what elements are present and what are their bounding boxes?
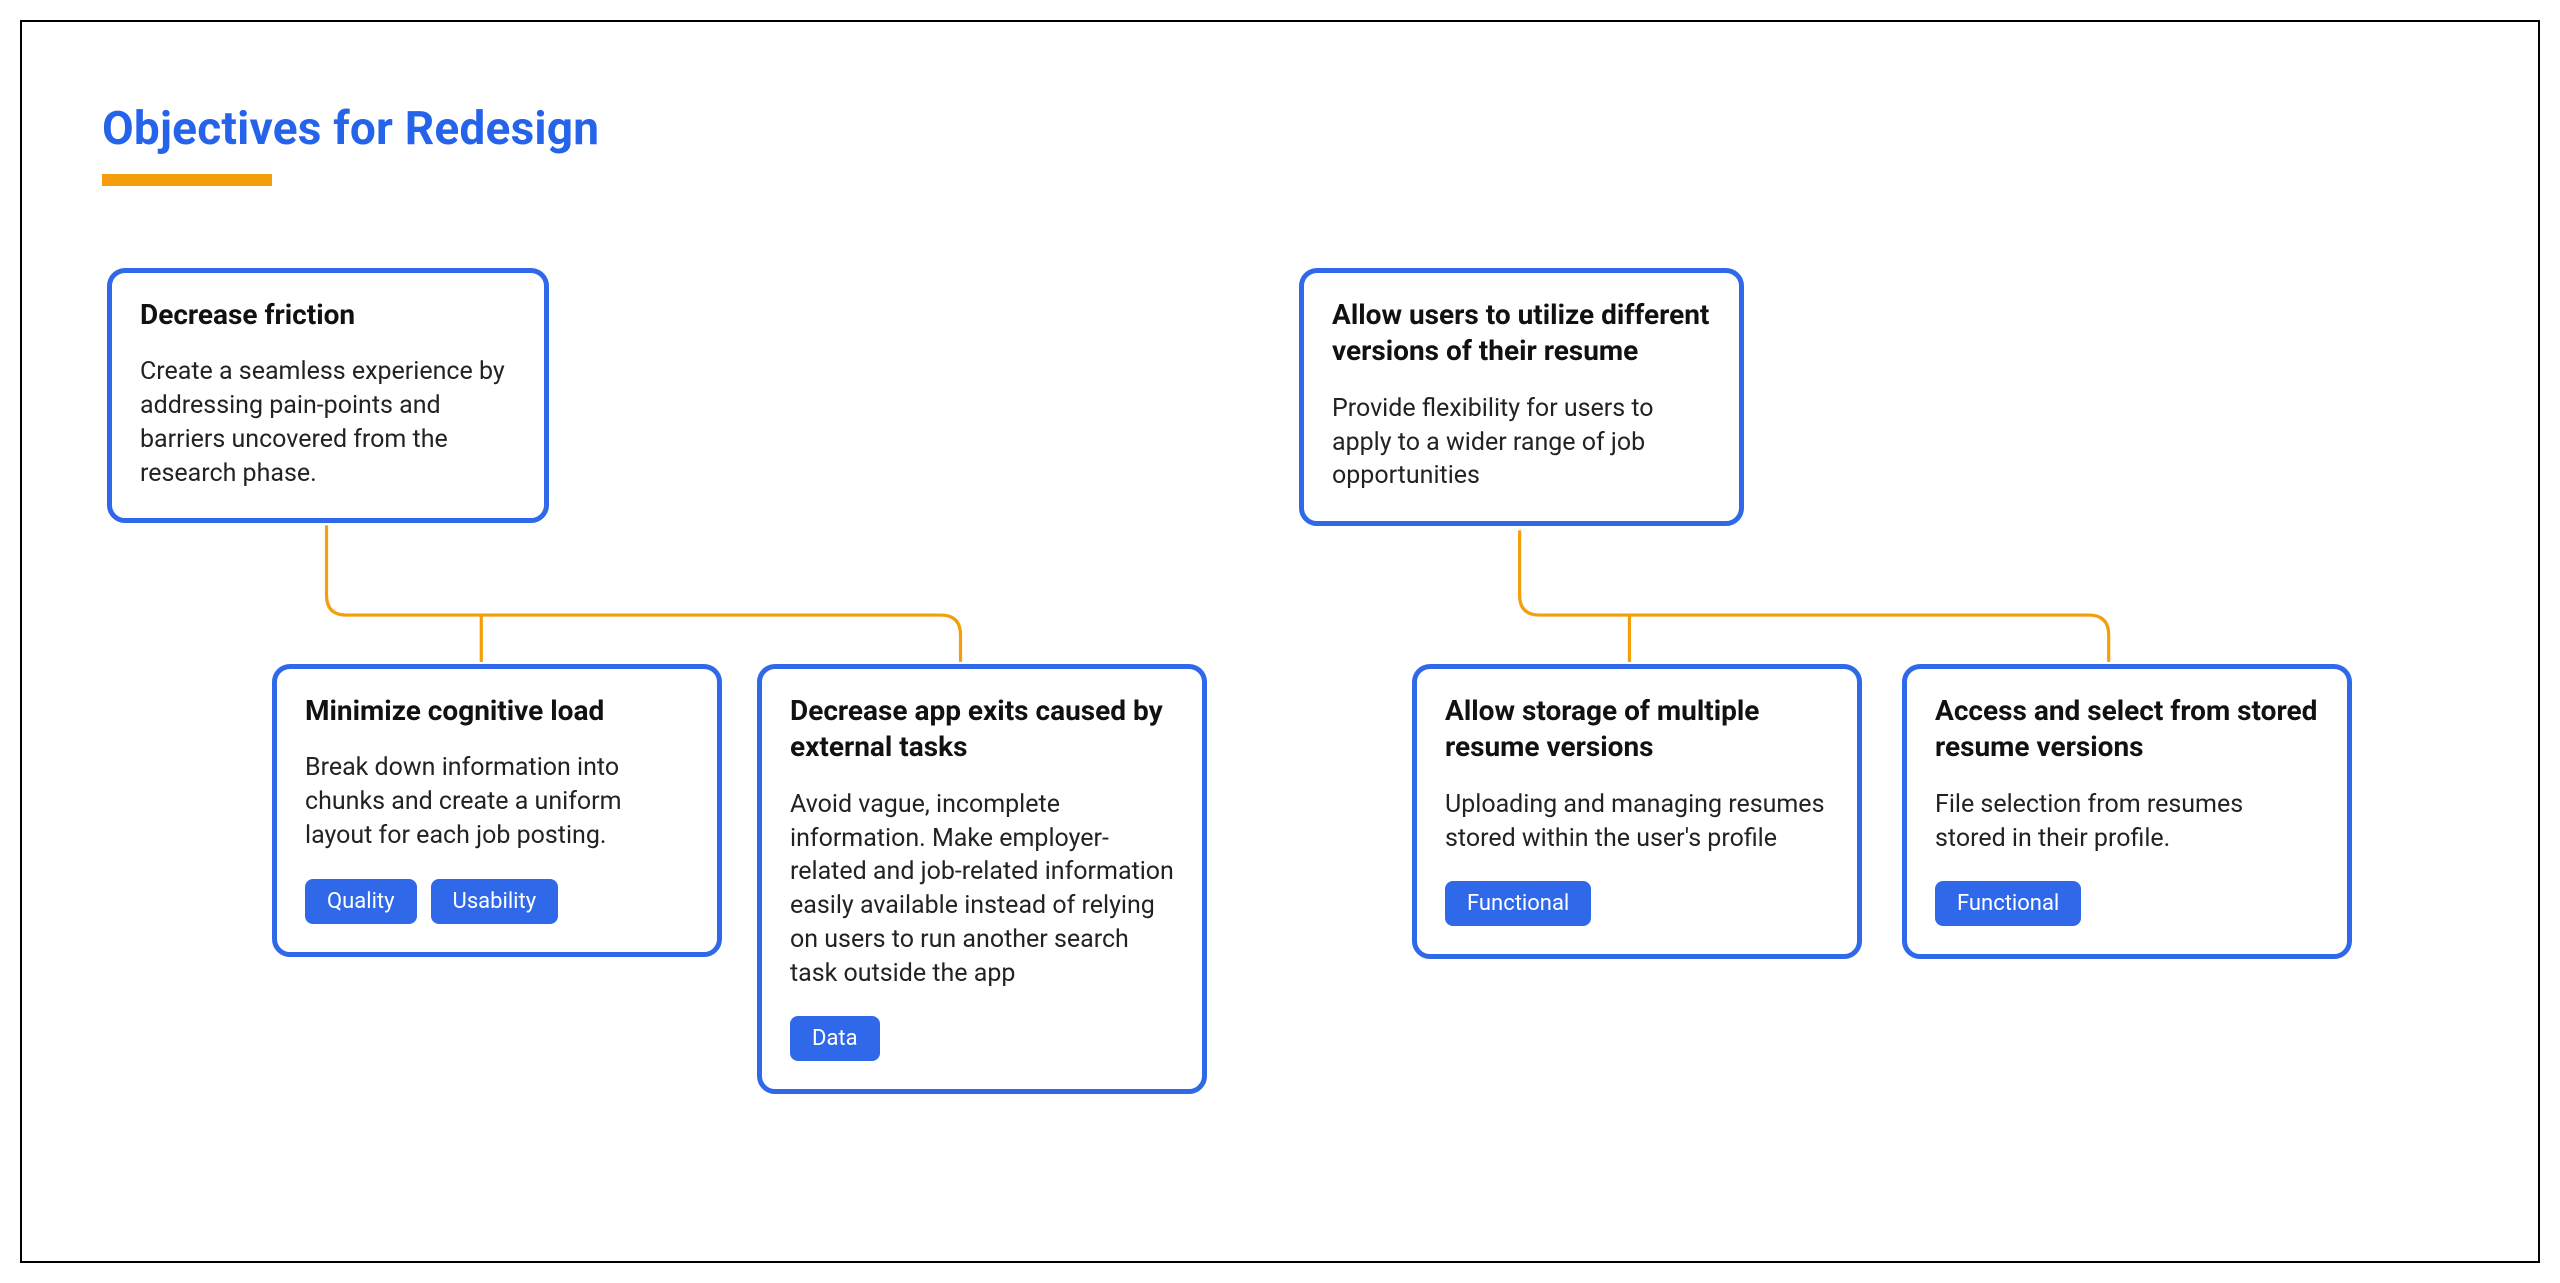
box-body: Uploading and managing resumes stored wi… bbox=[1445, 788, 1829, 856]
box-body: Avoid vague, incomplete information. Mak… bbox=[790, 788, 1174, 991]
connector-lines bbox=[22, 22, 2538, 1261]
box-body: File selection from resumes stored in th… bbox=[1935, 788, 2319, 856]
objective-box-decrease-friction: Decrease friction Create a seamless expe… bbox=[107, 268, 549, 523]
box-body: Create a seamless experience by addressi… bbox=[140, 355, 516, 490]
tag-functional: Functional bbox=[1445, 881, 1591, 926]
box-title: Minimize cognitive load bbox=[305, 693, 689, 729]
tag-row: Functional bbox=[1935, 881, 2319, 926]
tag-data: Data bbox=[790, 1016, 880, 1061]
tag-row: Quality Usability bbox=[305, 879, 689, 924]
objective-box-access-resume-versions: Access and select from stored resume ver… bbox=[1902, 664, 2352, 959]
heading-underline bbox=[102, 174, 272, 186]
canvas: Objectives for Redesign Decrease frictio… bbox=[0, 0, 2560, 1283]
box-title: Decrease friction bbox=[140, 297, 516, 333]
page-title: Objectives for Redesign bbox=[102, 102, 599, 156]
tag-row: Functional bbox=[1445, 881, 1829, 926]
diagram-frame: Objectives for Redesign Decrease frictio… bbox=[20, 20, 2540, 1263]
box-title: Allow users to utilize different version… bbox=[1332, 297, 1711, 370]
page-heading: Objectives for Redesign bbox=[102, 102, 599, 186]
tag-usability: Usability bbox=[431, 879, 559, 924]
tag-quality: Quality bbox=[305, 879, 417, 924]
objective-box-decrease-app-exits: Decrease app exits caused by external ta… bbox=[757, 664, 1207, 1094]
tag-row: Data bbox=[790, 1016, 1174, 1061]
objective-box-resume-versions: Allow users to utilize different version… bbox=[1299, 268, 1744, 526]
tag-functional: Functional bbox=[1935, 881, 2081, 926]
box-title: Allow storage of multiple resume version… bbox=[1445, 693, 1829, 766]
objective-box-minimize-cognitive-load: Minimize cognitive load Break down infor… bbox=[272, 664, 722, 957]
objective-box-storage-resume-versions: Allow storage of multiple resume version… bbox=[1412, 664, 1862, 959]
box-title: Access and select from stored resume ver… bbox=[1935, 693, 2319, 766]
box-title: Decrease app exits caused by external ta… bbox=[790, 693, 1174, 766]
box-body: Provide flexibility for users to apply t… bbox=[1332, 392, 1711, 493]
box-body: Break down information into chunks and c… bbox=[305, 751, 689, 852]
